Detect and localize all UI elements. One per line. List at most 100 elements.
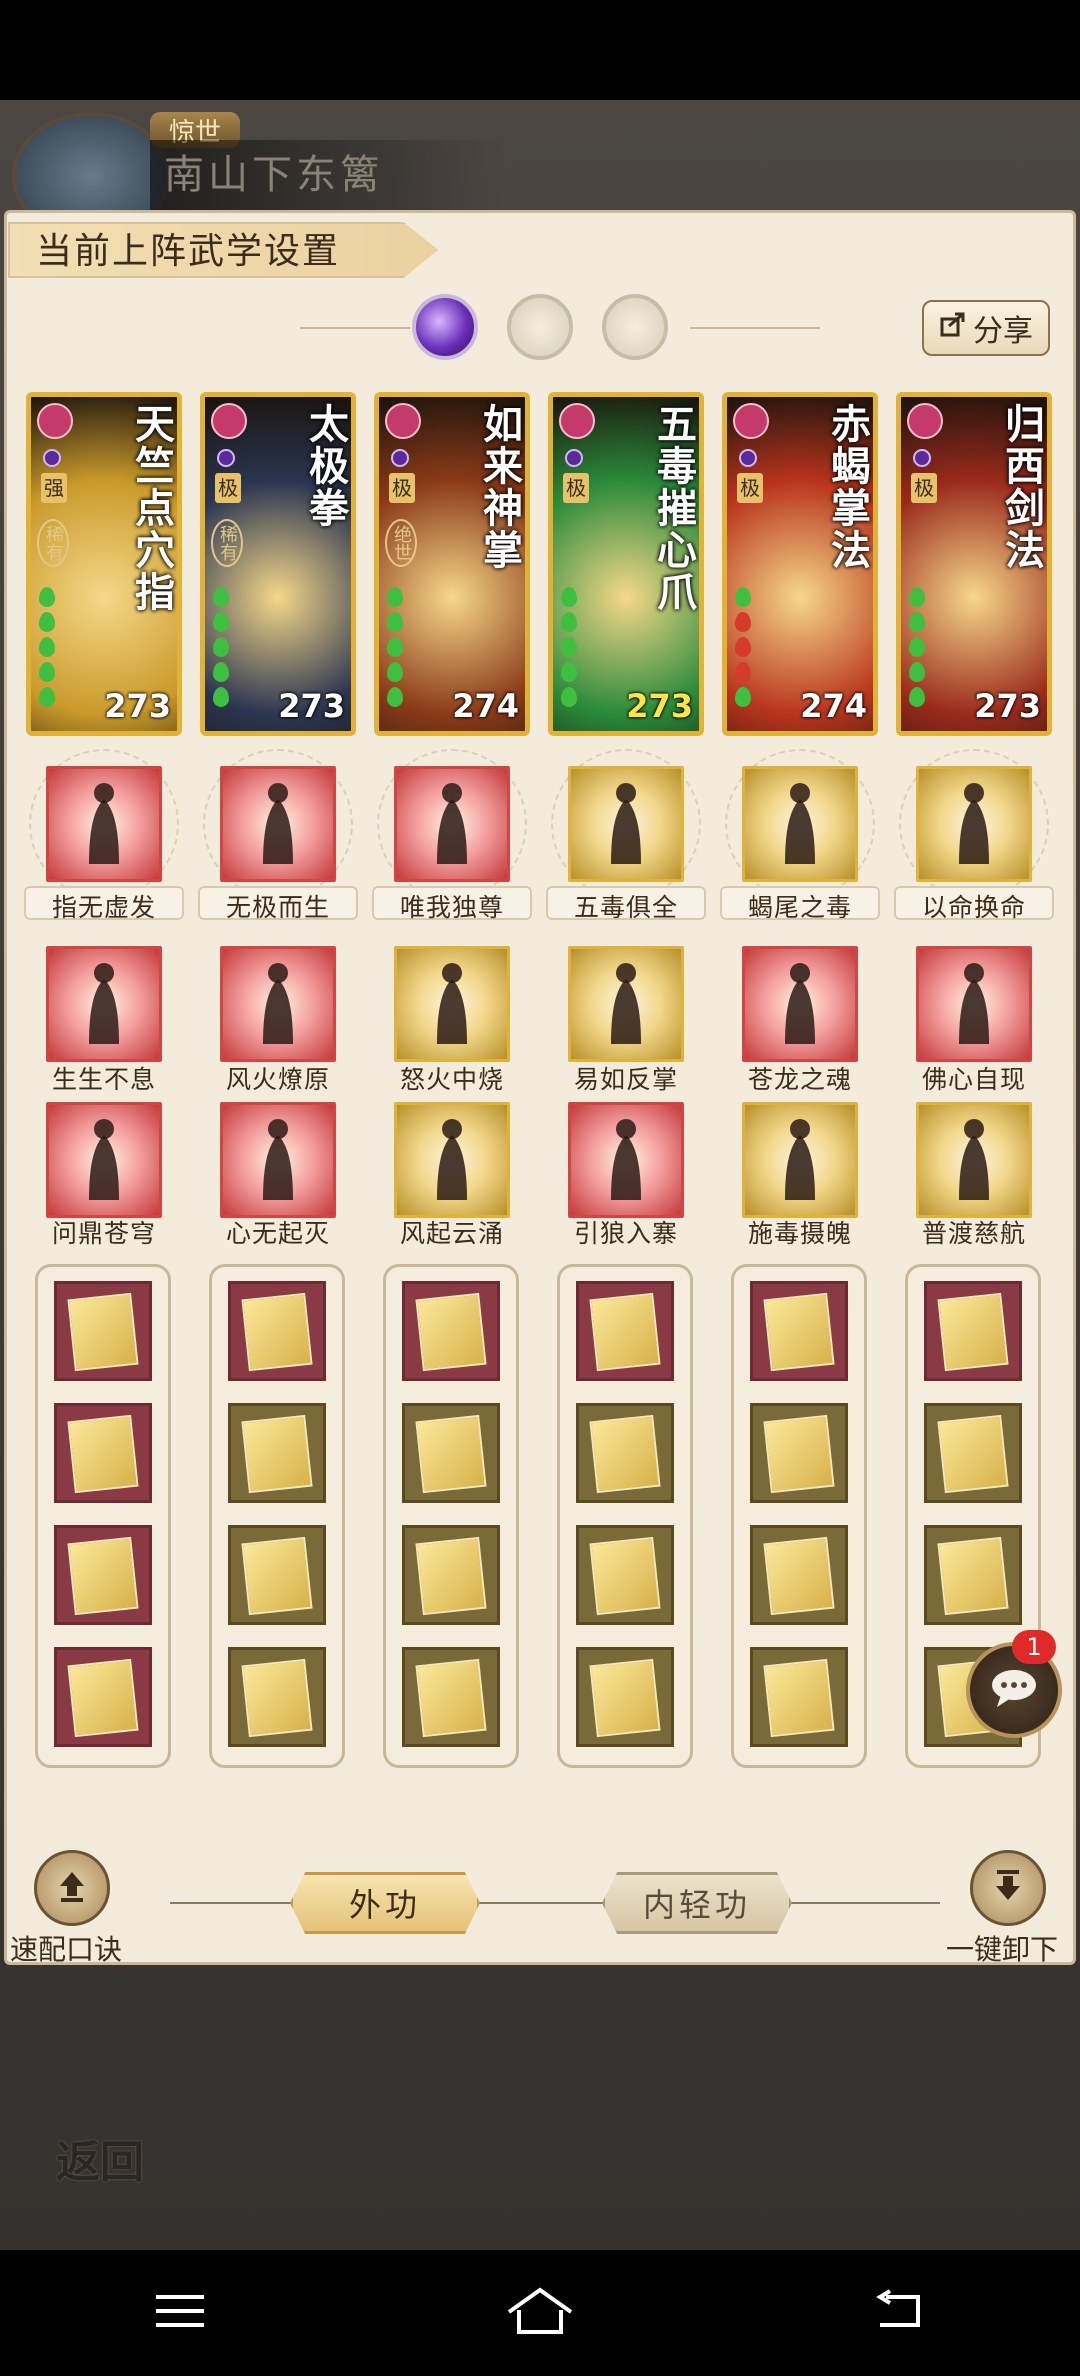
unload-all-button[interactable] (970, 1850, 1046, 1926)
preset-orb-1[interactable] (412, 294, 478, 360)
share-icon (939, 310, 967, 346)
tab-outer-skills[interactable]: 外功 (290, 1872, 480, 1934)
gem-icon (39, 612, 55, 632)
gem-icon (39, 687, 55, 707)
gem-icon (909, 587, 925, 607)
divider (690, 327, 820, 329)
passive-skill-icon[interactable] (916, 1102, 1032, 1218)
gem-icon (909, 662, 925, 682)
gem-slots (213, 587, 233, 712)
passive-skill-icon[interactable] (742, 766, 858, 882)
manual-slot[interactable] (54, 1403, 152, 1503)
quick-config-button[interactable] (34, 1850, 110, 1926)
school-emblem-icon (907, 403, 943, 439)
scroll-icon (589, 1414, 661, 1494)
equipment-slot-column (383, 1264, 519, 1768)
scroll-icon (241, 1536, 313, 1616)
school-emblem-icon (37, 403, 73, 439)
manual-slot[interactable] (228, 1281, 326, 1381)
element-orb-icon (565, 449, 583, 467)
skill-card-5[interactable]: 极 赤蝎掌法 274 (722, 392, 878, 736)
manual-slot[interactable] (402, 1403, 500, 1503)
manual-slot[interactable] (576, 1403, 674, 1503)
passive-skill-icon[interactable] (46, 1102, 162, 1218)
manual-slot[interactable] (228, 1403, 326, 1503)
manual-slot[interactable] (750, 1525, 848, 1625)
scroll-icon (589, 1292, 661, 1372)
gem-icon (213, 587, 229, 607)
manual-slot[interactable] (576, 1281, 674, 1381)
manual-slot[interactable] (750, 1403, 848, 1503)
preset-orb-3[interactable] (602, 294, 668, 360)
scroll-icon (937, 1292, 1009, 1372)
scroll-icon (415, 1658, 487, 1738)
manual-slot[interactable] (924, 1403, 1022, 1503)
gem-icon (387, 612, 403, 632)
scroll-icon (67, 1292, 139, 1372)
manual-slot[interactable] (54, 1281, 152, 1381)
manual-slot[interactable] (402, 1525, 500, 1625)
passive-skill-label: 施毒摄魄 (747, 1219, 852, 1248)
passive-skill-icon[interactable] (220, 1102, 336, 1218)
manual-slot[interactable] (576, 1647, 674, 1747)
card-grade: 极 (911, 473, 937, 503)
passive-skill-icon[interactable] (568, 766, 684, 882)
scroll-icon (415, 1536, 487, 1616)
passive-skill-icon[interactable] (220, 766, 336, 882)
card-name: 如来神掌 (476, 403, 523, 571)
skill-card-1[interactable]: 强稀有 天竺点穴指 273 (26, 392, 182, 736)
card-grade: 极 (563, 473, 589, 503)
passive-skill-icon[interactable] (568, 946, 684, 1062)
scroll-icon (67, 1536, 139, 1616)
equipment-slot-column (209, 1264, 345, 1768)
tab-inner-skills[interactable]: 内轻功 (602, 1872, 792, 1934)
card-name: 天竺点穴指 (128, 403, 175, 613)
passive-skill-icon[interactable] (568, 1102, 684, 1218)
manual-slot[interactable] (750, 1281, 848, 1381)
scroll-icon (763, 1292, 835, 1372)
passive-skill-icon[interactable] (46, 766, 162, 882)
preset-orb-2[interactable] (507, 294, 573, 360)
gem-icon (909, 637, 925, 657)
card-name: 五毒摧心爪 (650, 403, 697, 613)
passive-skill-icon[interactable] (46, 946, 162, 1062)
card-power: 273 (278, 687, 345, 725)
gem-icon (387, 587, 403, 607)
skill-card-6[interactable]: 极 归西剑法 273 (896, 392, 1052, 736)
passive-skill-icon[interactable] (394, 766, 510, 882)
share-button[interactable]: 分享 (922, 300, 1050, 356)
scroll-icon (589, 1536, 661, 1616)
passive-skill-icon[interactable] (742, 946, 858, 1062)
home-nav-button[interactable] (480, 2273, 600, 2353)
back-button[interactable]: 返回 (40, 2080, 160, 2190)
passive-skill-icon[interactable] (394, 946, 510, 1062)
skill-card-2[interactable]: 极稀有 太极拳 273 (200, 392, 356, 736)
manual-slot[interactable] (54, 1647, 152, 1747)
manual-slot[interactable] (402, 1647, 500, 1747)
menu-nav-button[interactable] (120, 2273, 240, 2353)
manual-slot[interactable] (576, 1525, 674, 1625)
passive-skill-label: 心无起灭 (225, 1219, 330, 1248)
manual-slot[interactable] (750, 1647, 848, 1747)
skill-card-4[interactable]: 极 五毒摧心爪 273 (548, 392, 704, 736)
manual-slot[interactable] (402, 1281, 500, 1381)
passive-skill-icon[interactable] (394, 1102, 510, 1218)
manual-slot[interactable] (924, 1525, 1022, 1625)
manual-slot[interactable] (228, 1525, 326, 1625)
passive-skill-icon[interactable] (916, 766, 1032, 882)
passive-skill-label: 生生不息 (51, 1065, 156, 1094)
card-rarity: 稀有 (37, 519, 69, 567)
back-nav-button[interactable] (840, 2273, 960, 2353)
manual-slot[interactable] (924, 1281, 1022, 1381)
manual-slot[interactable] (54, 1525, 152, 1625)
passive-skill-icon[interactable] (916, 946, 1032, 1062)
element-orb-icon (739, 449, 757, 467)
card-rarity: 稀有 (211, 519, 243, 567)
skill-card-3[interactable]: 极绝世 如来神掌 274 (374, 392, 530, 736)
passive-skill-icon[interactable] (742, 1102, 858, 1218)
scroll-icon (241, 1292, 313, 1372)
manual-slot[interactable] (228, 1647, 326, 1747)
passive-skill-label: 普渡慈航 (921, 1219, 1026, 1248)
passive-skill-label: 风起云涌 (399, 1219, 504, 1248)
passive-skill-icon[interactable] (220, 946, 336, 1062)
